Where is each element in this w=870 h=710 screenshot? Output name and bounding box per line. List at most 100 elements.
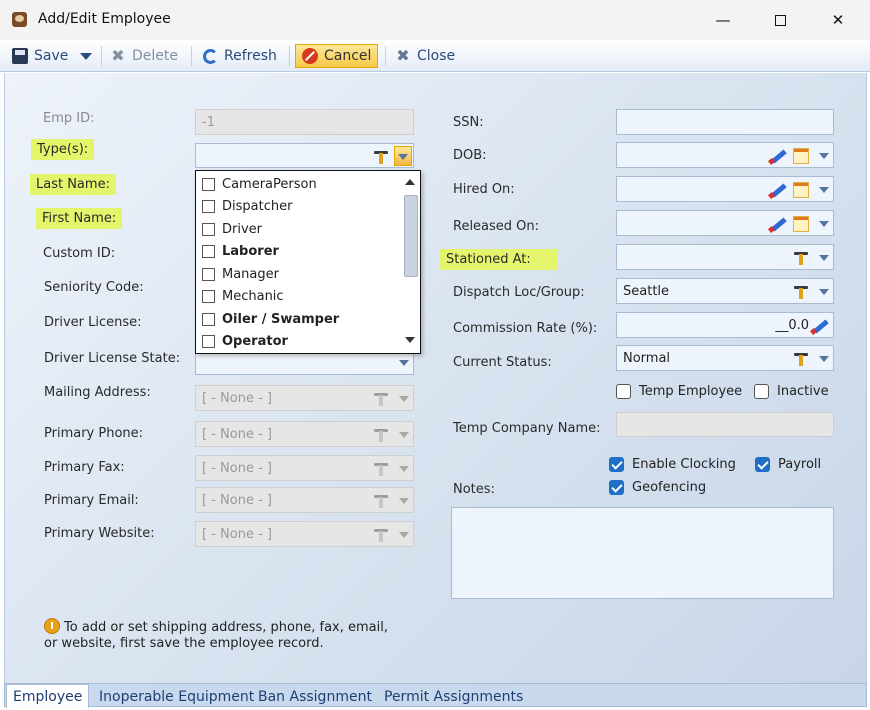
primary-phone-field: [ - None - ] bbox=[195, 421, 414, 447]
list-item[interactable]: Operator bbox=[202, 331, 288, 351]
emp-id-field: -1 bbox=[195, 109, 414, 135]
picker-icon[interactable] bbox=[793, 284, 809, 300]
stationed-at-field[interactable] bbox=[616, 244, 834, 270]
tab-employee[interactable]: Employee bbox=[6, 684, 90, 708]
primary-fax-value: [ - None - ] bbox=[202, 461, 272, 476]
checkbox-box[interactable] bbox=[609, 480, 624, 495]
checkbox-box[interactable] bbox=[202, 177, 215, 191]
clear-icon[interactable] bbox=[769, 216, 787, 232]
cancel-button[interactable]: Cancel bbox=[295, 44, 379, 68]
picker-icon bbox=[373, 391, 389, 407]
scroll-thumb[interactable] bbox=[404, 195, 418, 277]
app-icon bbox=[12, 12, 27, 27]
tab-ban-assignment[interactable]: Ban Assignment bbox=[252, 686, 378, 707]
dob-field[interactable] bbox=[616, 142, 834, 168]
current-status-field[interactable]: Normal bbox=[616, 345, 834, 371]
save-button[interactable]: Save bbox=[6, 44, 74, 68]
minimize-button[interactable]: — bbox=[700, 6, 746, 34]
ssn-field[interactable] bbox=[616, 109, 834, 135]
picker-icon bbox=[373, 527, 389, 543]
close-icon: ✖ bbox=[396, 46, 410, 65]
list-item[interactable]: Dispatcher bbox=[202, 196, 292, 216]
checkbox-box[interactable] bbox=[609, 457, 624, 472]
types-dropdown-button[interactable] bbox=[394, 146, 412, 166]
list-item[interactable]: Oiler / Swamper bbox=[202, 309, 339, 329]
delete-button[interactable]: ✖ Delete bbox=[104, 44, 184, 68]
chevron-down-icon[interactable] bbox=[819, 289, 829, 295]
checkbox-box[interactable] bbox=[202, 267, 215, 281]
chevron-down-icon bbox=[399, 396, 409, 402]
last-name-label: Last Name: bbox=[30, 174, 116, 195]
list-item[interactable]: Laborer bbox=[202, 241, 279, 261]
checkbox-box[interactable] bbox=[202, 222, 215, 236]
enable-clocking-checkbox[interactable]: Enable Clocking bbox=[609, 457, 736, 472]
checkbox-box[interactable] bbox=[202, 244, 215, 258]
dispatch-loc-field[interactable]: Seattle bbox=[616, 278, 834, 304]
payroll-checkbox[interactable]: Payroll bbox=[755, 457, 821, 472]
clear-icon[interactable] bbox=[769, 148, 787, 164]
current-status-label: Current Status: bbox=[453, 355, 552, 370]
warning-icon bbox=[44, 618, 60, 634]
geofencing-checkbox[interactable]: Geofencing bbox=[609, 480, 706, 495]
list-item-label: CameraPerson bbox=[222, 176, 317, 192]
maximize-button[interactable] bbox=[757, 6, 803, 34]
picker-icon[interactable] bbox=[793, 351, 809, 367]
scroll-down-icon[interactable] bbox=[405, 337, 415, 343]
clear-icon[interactable] bbox=[811, 318, 829, 334]
list-item[interactable]: CameraPerson bbox=[202, 174, 317, 194]
checkbox-box[interactable] bbox=[202, 334, 215, 348]
list-item[interactable]: Mechanic bbox=[202, 286, 284, 306]
delete-label: Delete bbox=[132, 48, 178, 64]
chevron-down-icon[interactable] bbox=[819, 255, 829, 261]
checkbox-box[interactable] bbox=[202, 199, 215, 213]
list-item[interactable]: Driver bbox=[202, 219, 262, 239]
clear-icon[interactable] bbox=[769, 182, 787, 198]
scroll-up-icon[interactable] bbox=[405, 179, 415, 185]
types-field[interactable] bbox=[195, 143, 414, 168]
title-bar: Add/Edit Employee — ✕ bbox=[0, 0, 870, 40]
save-dropdown-button[interactable] bbox=[74, 44, 98, 68]
chevron-down-icon bbox=[399, 432, 409, 438]
refresh-icon bbox=[203, 48, 218, 64]
calendar-icon[interactable] bbox=[793, 148, 809, 164]
toolbar: Save ✖ Delete Refresh Cancel ✖ Close bbox=[0, 40, 870, 72]
driver-license-state-label: Driver License State: bbox=[44, 351, 181, 366]
tab-permit-assignments[interactable]: Permit Assignments bbox=[378, 686, 529, 707]
picker-icon[interactable] bbox=[793, 250, 809, 266]
list-item[interactable]: Manager bbox=[202, 264, 279, 284]
dob-label: DOB: bbox=[453, 148, 487, 163]
hired-on-field[interactable] bbox=[616, 176, 834, 202]
dispatch-loc-value: Seattle bbox=[623, 284, 670, 299]
toolbar-divider bbox=[101, 46, 102, 66]
chevron-down-icon[interactable] bbox=[819, 221, 829, 227]
tab-inoperable-equipment[interactable]: Inoperable Equipment bbox=[93, 686, 260, 707]
temp-employee-checkbox[interactable]: Temp Employee bbox=[616, 384, 742, 399]
notes-field[interactable] bbox=[451, 507, 834, 599]
chevron-down-icon[interactable] bbox=[399, 360, 409, 366]
commission-rate-field[interactable]: __0.0 bbox=[616, 312, 834, 338]
released-on-field[interactable] bbox=[616, 210, 834, 236]
mailing-address-label: Mailing Address: bbox=[44, 385, 151, 400]
close-label: Close bbox=[417, 48, 456, 64]
close-window-button[interactable]: ✕ bbox=[815, 6, 861, 34]
chevron-down-icon[interactable] bbox=[819, 187, 829, 193]
close-button[interactable]: ✖ Close bbox=[389, 44, 461, 68]
toolbar-divider bbox=[191, 46, 192, 66]
picker-icon[interactable] bbox=[373, 149, 389, 165]
types-dropdown-list[interactable]: CameraPerson Dispatcher Driver Laborer M… bbox=[195, 170, 421, 354]
emp-id-value: -1 bbox=[202, 115, 215, 130]
scrollbar[interactable] bbox=[402, 173, 418, 351]
info-text: To add or set shipping address, phone, f… bbox=[44, 620, 388, 651]
checkbox-box[interactable] bbox=[754, 384, 769, 399]
payroll-label: Payroll bbox=[778, 457, 822, 472]
checkbox-box[interactable] bbox=[755, 457, 770, 472]
calendar-icon[interactable] bbox=[793, 182, 809, 198]
checkbox-box[interactable] bbox=[202, 289, 215, 303]
checkbox-box[interactable] bbox=[202, 312, 215, 326]
checkbox-box[interactable] bbox=[616, 384, 631, 399]
calendar-icon[interactable] bbox=[793, 216, 809, 232]
chevron-down-icon[interactable] bbox=[819, 356, 829, 362]
inactive-checkbox[interactable]: Inactive bbox=[754, 384, 829, 399]
refresh-button[interactable]: Refresh bbox=[197, 44, 283, 68]
chevron-down-icon[interactable] bbox=[819, 153, 829, 159]
